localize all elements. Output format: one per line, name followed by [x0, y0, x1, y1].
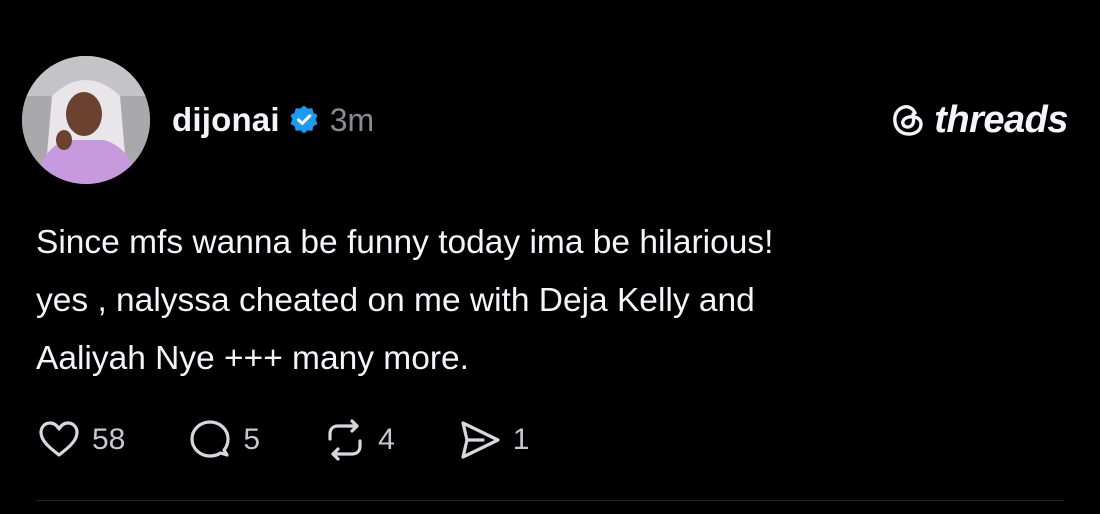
reply-button[interactable]: 5: [187, 417, 260, 463]
threads-wordmark: threads: [934, 98, 1068, 141]
threads-post: dijonai 3m threads Since mfs wanna be fu…: [0, 0, 1100, 514]
post-actions: 58 5 4 1: [36, 416, 591, 464]
post-body: Since mfs wanna be funny today ima be hi…: [36, 214, 1056, 388]
heart-icon: [39, 421, 79, 457]
repost-button[interactable]: 4: [322, 417, 395, 463]
divider: [36, 500, 1064, 501]
username[interactable]: dijonai: [172, 101, 280, 139]
share-button[interactable]: 1: [457, 417, 530, 463]
share-count: 1: [512, 423, 530, 456]
repost-count: 4: [378, 423, 395, 456]
repost-icon: [328, 419, 362, 461]
send-icon: [461, 421, 500, 459]
post-text-line: Since mfs wanna be funny today ima be hi…: [36, 224, 774, 261]
avatar-image: [22, 56, 150, 184]
post-timestamp: 3m: [329, 101, 375, 138]
like-count: 58: [92, 423, 126, 456]
threads-logo-icon: [893, 105, 923, 136]
post-text-line: yes , nalyssa cheated on me with Deja Ke…: [36, 282, 755, 319]
post-text-line: Aaliyah Nye +++ many more.: [36, 340, 469, 377]
avatar[interactable]: [22, 56, 150, 184]
reply-count: 5: [243, 423, 261, 456]
post-header: dijonai 3m: [172, 98, 374, 142]
threads-brand: threads: [888, 96, 1068, 144]
like-button[interactable]: 58: [36, 417, 125, 463]
comment-icon: [190, 420, 230, 458]
verified-badge-icon: [288, 104, 320, 136]
